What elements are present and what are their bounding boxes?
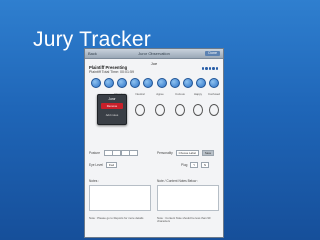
expression-label: Confused (208, 92, 220, 96)
page-dots (201, 67, 218, 70)
expression-option[interactable]: Neutral (133, 92, 147, 124)
expression-label: Curious (175, 92, 185, 96)
page-dot (212, 67, 215, 70)
juror-circle[interactable] (208, 78, 219, 88)
page-dot (205, 67, 208, 70)
popup-title: Juror (108, 96, 116, 101)
popup-option[interactable]: Add notes (101, 113, 123, 118)
personality-label: Personality (157, 150, 173, 155)
expression-label: Neutral (135, 92, 145, 96)
page-dot (215, 67, 218, 70)
juror-circle[interactable] (156, 78, 167, 88)
juror-selector (91, 78, 219, 88)
face-icon (193, 104, 203, 116)
face-icon (155, 104, 165, 116)
juror-circle[interactable] (182, 78, 193, 88)
eye-level-select[interactable]: Fwd (105, 162, 118, 168)
face-icon (135, 104, 145, 116)
plug-no-toggle[interactable]: N (201, 162, 210, 168)
face-icon (209, 104, 219, 116)
personality-select[interactable]: Choose Label (175, 150, 199, 156)
total-time: Plaintiff Total Time: 00:01:59 (89, 70, 135, 74)
content-notes-label: Note / Content Notes Below : (157, 179, 199, 183)
face-icon (175, 104, 185, 116)
page-dot (201, 67, 204, 70)
juror-circle[interactable] (143, 78, 154, 88)
page-dot (208, 67, 211, 70)
juror-circle[interactable] (117, 78, 128, 88)
expression-option[interactable]: Happy (191, 92, 205, 124)
personality-row: Personality Choose Label Save (157, 150, 215, 156)
notes-label: Notes : (89, 179, 100, 183)
plug-yes-toggle[interactable]: Y (190, 162, 199, 168)
expression-option[interactable]: Agree (153, 92, 167, 124)
posture-row: Posture (89, 150, 139, 156)
expression-label: Happy (193, 92, 203, 96)
notes-field[interactable] (89, 185, 151, 211)
posture-segmented-control[interactable] (103, 150, 139, 156)
popup-remove-button[interactable]: Remove (101, 103, 123, 109)
eye-level-row: Eye Level Fwd (89, 162, 118, 168)
content-notes-field[interactable] (157, 185, 219, 211)
app-screenshot: Back Juror Observation Done Joe Plaintif… (84, 48, 224, 238)
segment[interactable] (129, 150, 139, 156)
expression-label: Agree (156, 92, 164, 96)
expression-option[interactable]: Curious (173, 92, 187, 124)
juror-circle[interactable] (169, 78, 180, 88)
juror-popup: Juror Remove Add notes (97, 94, 127, 125)
eye-level-label: Eye Level (89, 162, 103, 167)
notes-hint: Note : Please go to Reports for more det… (89, 216, 144, 220)
plug-label: Plug (181, 162, 188, 167)
juror-circle[interactable] (130, 78, 141, 88)
expression-option[interactable]: Confused (207, 92, 221, 124)
app-titlebar: Back Juror Observation Done (85, 49, 223, 59)
plug-row: Plug Y N (181, 162, 210, 168)
juror-circle[interactable] (91, 78, 101, 88)
done-button[interactable]: Done (205, 50, 220, 56)
personality-save-button[interactable]: Save (201, 150, 215, 156)
posture-label: Posture (89, 150, 100, 155)
juror-circle[interactable] (195, 78, 206, 88)
screen-title: Juror Observation (138, 51, 170, 56)
juror-circle[interactable] (104, 78, 115, 88)
content-notes-hint: Note : Content Note should be less than … (157, 216, 211, 224)
